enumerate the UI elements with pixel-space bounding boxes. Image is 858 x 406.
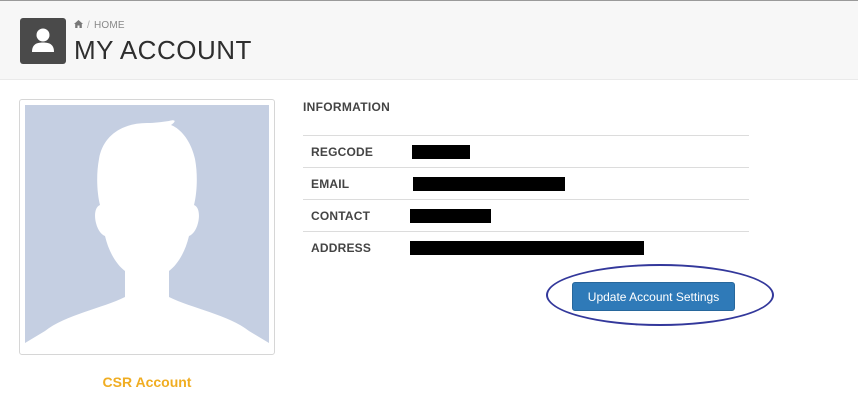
info-row-email: EMAIL — [303, 167, 749, 199]
info-row-address: ADDRESS — [303, 231, 749, 263]
info-row-contact: CONTACT — [303, 199, 749, 231]
default-avatar-silhouette — [25, 120, 269, 343]
user-icon — [32, 28, 54, 52]
information-table: REGCODE EMAIL CONTACT ADDRESS — [303, 135, 749, 263]
redacted-value — [412, 145, 470, 159]
user-avatar-tile — [20, 18, 66, 64]
redacted-value — [410, 209, 491, 223]
information-heading: INFORMATION — [303, 100, 391, 114]
breadcrumb-separator: / — [87, 20, 90, 31]
home-icon[interactable] — [74, 20, 83, 31]
page-header: / HOME MY ACCOUNT — [0, 1, 858, 80]
page-title: MY ACCOUNT — [74, 35, 252, 65]
profile-name: CSR Account — [102, 374, 192, 390]
info-label-contact: CONTACT — [311, 209, 371, 223]
info-row-regcode: REGCODE — [303, 135, 749, 167]
profile-photo — [25, 105, 269, 343]
redacted-value — [410, 241, 644, 255]
update-account-settings-button[interactable]: Update Account Settings — [572, 282, 735, 311]
breadcrumb-home-link[interactable]: HOME — [94, 20, 125, 31]
info-label-address: ADDRESS — [311, 241, 372, 255]
profile-photo-frame — [19, 99, 275, 355]
redacted-value — [413, 177, 565, 191]
info-label-email: EMAIL — [311, 177, 350, 191]
info-label-regcode: REGCODE — [311, 145, 374, 159]
breadcrumb: / HOME — [74, 20, 125, 31]
